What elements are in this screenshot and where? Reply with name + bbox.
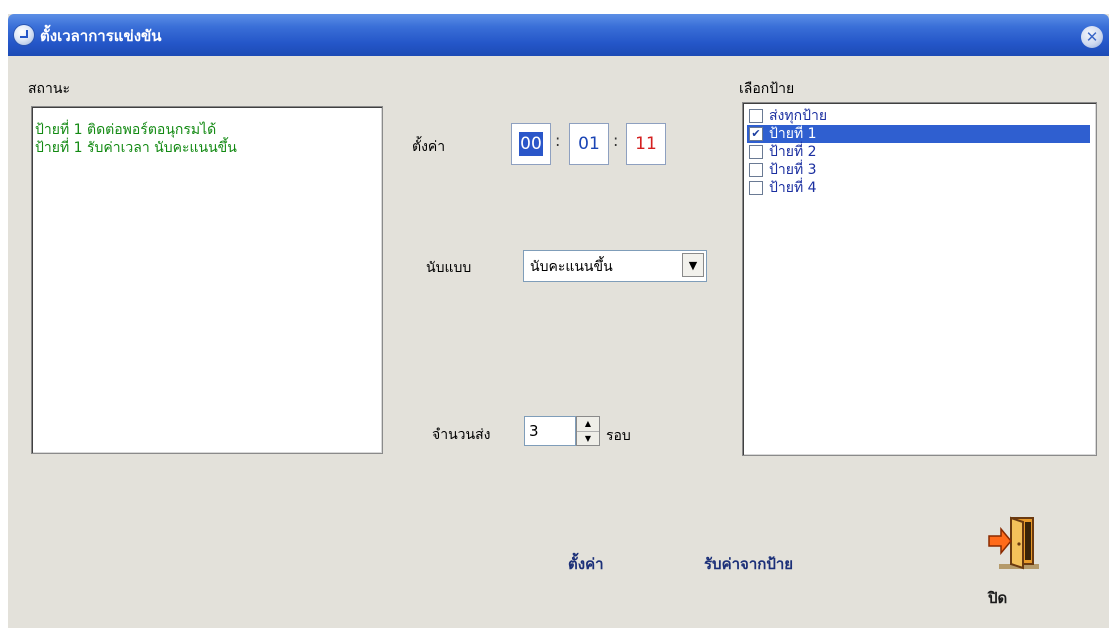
checkbox[interactable]	[749, 109, 763, 123]
exit-door-icon	[988, 516, 1039, 570]
close-door-button[interactable]	[985, 514, 1043, 572]
app-icon[interactable]	[14, 25, 34, 45]
count-mode-label: นับแบบ	[426, 260, 472, 276]
sign-item-label: ส่งทุกป้าย	[769, 108, 828, 124]
dialog-window: ตั้งเวลาการแข่งขัน ✕ สถานะ ป้ายที่ 1 ติด…	[8, 14, 1109, 628]
chevron-down-icon[interactable]: ▼	[682, 253, 704, 277]
send-count-label: จำนวนส่ง	[432, 427, 491, 443]
step-down-icon[interactable]: ▼	[577, 432, 599, 446]
sign-checklist[interactable]: ส่งทุกป้าย ✔ ป้ายที่ 1 ป้ายที่ 2 ป้ายที่…	[742, 102, 1097, 456]
checkbox[interactable]	[749, 163, 763, 177]
fetch-from-sign-button[interactable]: รับค่าจากป้าย	[704, 552, 793, 576]
sign-item-label: ป้ายที่ 1	[769, 126, 817, 142]
hours-input[interactable]: 00	[511, 123, 551, 165]
count-mode-value: นับคะแนนขึ้น	[530, 259, 613, 275]
send-count-input[interactable]: 3	[524, 416, 576, 446]
time-separator: :	[613, 131, 619, 150]
checkbox-checked[interactable]: ✔	[749, 127, 763, 141]
sign-item-4[interactable]: ป้ายที่ 4	[747, 179, 1090, 197]
close-icon[interactable]: ✕	[1081, 26, 1103, 48]
send-count-unit: รอบ	[606, 428, 631, 444]
sign-select-label: เลือกป้าย	[739, 81, 795, 97]
set-button[interactable]: ตั้งค่า	[568, 552, 604, 576]
sign-item-label: ป้ายที่ 3	[769, 162, 817, 178]
minutes-input[interactable]: 01	[569, 123, 609, 165]
status-line: ป้ายที่ 1 รับค่าเวลา นับคะแนนขึ้น	[35, 140, 237, 156]
window-title: ตั้งเวลาการแข่งขัน	[40, 27, 162, 45]
sign-item-2[interactable]: ป้ายที่ 2	[747, 143, 1090, 161]
time-separator: :	[555, 131, 561, 150]
close-label[interactable]: ปิด	[988, 586, 1007, 610]
title-bar[interactable]: ตั้งเวลาการแข่งขัน ✕	[8, 14, 1109, 56]
checkbox[interactable]	[749, 145, 763, 159]
hours-value: 00	[519, 132, 543, 156]
step-up-icon[interactable]: ▲	[577, 417, 599, 432]
sign-item-3[interactable]: ป้ายที่ 3	[747, 161, 1090, 179]
checkbox[interactable]	[749, 181, 763, 195]
sign-item-label: ป้ายที่ 2	[769, 144, 817, 160]
sign-item-1[interactable]: ✔ ป้ายที่ 1	[747, 125, 1090, 143]
time-label: ตั้งค่า	[412, 139, 446, 155]
sign-item-label: ป้ายที่ 4	[769, 180, 817, 196]
seconds-input[interactable]: 11	[626, 123, 666, 165]
status-label: สถานะ	[28, 81, 70, 97]
send-count-stepper[interactable]: ▲ ▼	[576, 416, 600, 446]
status-list[interactable]: ป้ายที่ 1 ติดต่อพอร์ตอนุกรมได้ ป้ายที่ 1…	[31, 106, 383, 454]
sign-item-all[interactable]: ส่งทุกป้าย	[747, 107, 1090, 125]
count-mode-select[interactable]: นับคะแนนขึ้น ▼	[523, 250, 707, 282]
